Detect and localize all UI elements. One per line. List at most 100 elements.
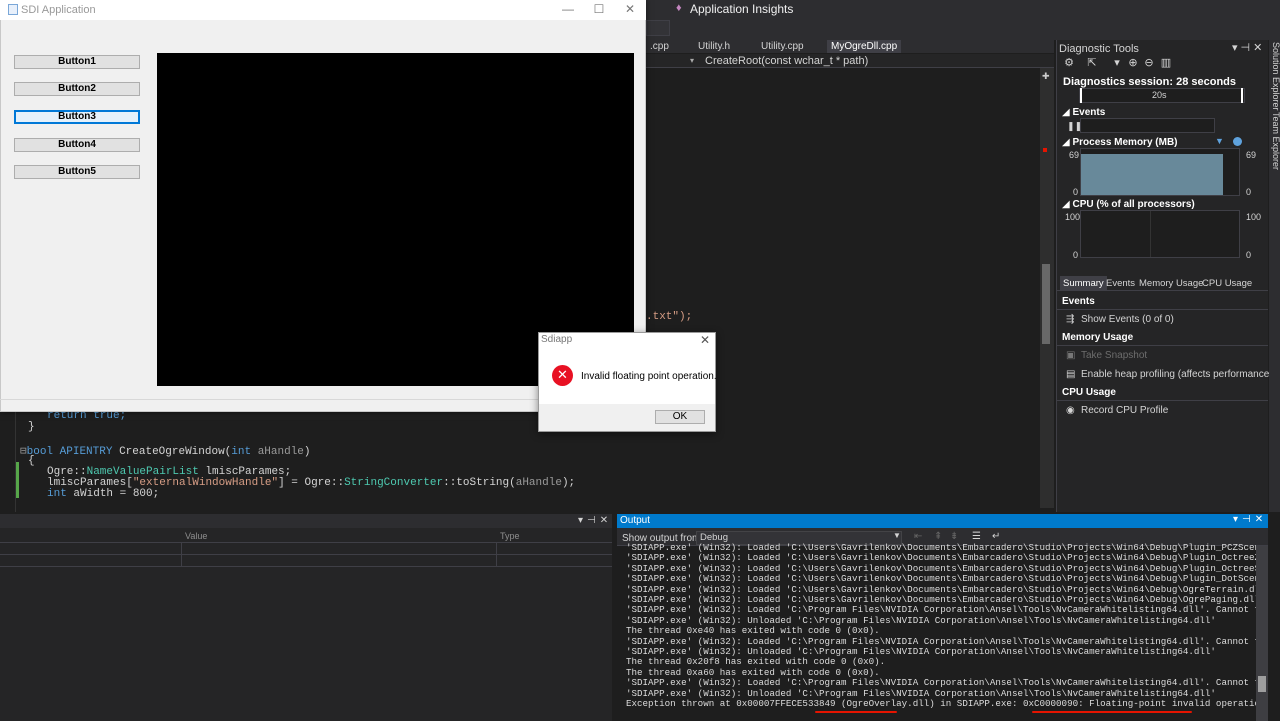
next-message-icon[interactable]: ⇟ [950,531,958,542]
output-line: 'SDIAPP.exe' (Win32): Unloaded 'C:\Progr… [626,615,1216,626]
watch-window-controls[interactable]: ▾⊣✕ [578,515,612,526]
button2[interactable]: Button2 [14,82,140,96]
output-line: 'SDIAPP.exe' (Win32): Unloaded 'C:\Progr… [626,647,1216,658]
events-section-header[interactable]: ◢ Events [1062,107,1105,118]
chevron-down-icon[interactable]: ▼ [893,531,901,540]
reset-view-icon[interactable]: ▥ [1160,57,1172,69]
output-line: The thread 0xe40 has exited with code 0 … [626,626,880,637]
summary-events-header: Events [1062,296,1095,307]
diagnostic-tools-title: Diagnostic Tools [1059,43,1139,55]
code-line-open: { [28,455,35,467]
prev-message-icon[interactable]: ⇞ [934,531,942,542]
panel-window-controls[interactable]: ▾⊣✕ [1232,41,1265,54]
sdi-window-title: SDI Application [21,4,96,16]
application-insights-icon: ♦ [676,2,682,14]
summary-memory-header: Memory Usage [1062,332,1134,343]
divider [1057,345,1268,346]
events-icon: ⇶ [1066,314,1075,325]
cpu-graph[interactable] [1080,210,1240,258]
take-snapshot-button[interactable]: Take Snapshot [1081,350,1147,361]
output-line: 'SDIAPP.exe' (Win32): Loaded 'C:\Users\G… [626,553,1256,564]
output-window-controls[interactable]: ▾⊣✕ [1233,514,1267,525]
tab-memory-usage[interactable]: Memory Usage [1136,276,1206,291]
memory-max-left: 69 [1069,150,1080,160]
sdi-title-bar[interactable] [0,0,646,20]
column-divider [181,543,182,566]
collapse-icon: ◢ [1062,199,1073,210]
watch-panel-header [0,514,612,528]
application-insights-button[interactable]: Application Insights [690,2,793,16]
cpu-grid-line [1150,211,1151,257]
code-line-func: ⊟bool APIENTRY CreateOgreWindow(int aHan… [20,446,311,458]
output-text[interactable]: 'SDIAPP.exe' (Win32): Loaded 'C:\Users\G… [626,543,1256,713]
cpu-min-right: 0 [1246,250,1252,260]
message-box-title: Sdiapp [541,334,573,345]
tab-myogredll-cpp[interactable]: MyOgreDll.cpp [827,40,902,53]
select-tools-icon[interactable]: ▾ [1111,57,1123,69]
clear-all-icon[interactable]: ☰ [972,531,981,542]
config-combo[interactable] [646,20,670,36]
row-divider [0,566,612,567]
maximize-button[interactable]: ☐ [584,2,614,18]
column-type[interactable]: Type [500,531,520,541]
memory-min-left: 0 [1073,187,1079,197]
events-track [1080,118,1215,133]
tab-events[interactable]: Events [1103,276,1138,291]
tab-cpp[interactable]: .cpp [646,40,673,53]
editor-scroll-thumb[interactable] [1042,264,1050,344]
minimize-button[interactable]: — [553,2,583,18]
output-line: 'SDIAPP.exe' (Win32): Loaded 'C:\Program… [626,605,1256,616]
memory-section-header[interactable]: ◢ Process Memory (MB) [1062,137,1178,148]
editor-margin [0,400,16,512]
timeline-end-marker[interactable] [1241,88,1243,103]
output-scroll-thumb[interactable] [1258,676,1266,692]
output-title: Output [620,515,651,526]
output-line: 'SDIAPP.exe' (Win32): Loaded 'C:\Program… [626,678,1256,689]
cpu-min-left: 0 [1073,250,1079,260]
output-line: 'SDIAPP.exe' (Win32): Unloaded 'C:\Progr… [626,688,1216,699]
record-cpu-profile-button[interactable]: Record CPU Profile [1081,405,1168,416]
enable-heap-profiling-button[interactable]: Enable heap profiling (affects performan… [1081,369,1273,380]
word-wrap-icon[interactable]: ↵ [992,531,1000,542]
change-tracking-bar [16,462,19,498]
timeline-start-marker[interactable] [1080,88,1082,103]
function-dropdown-icon: ▾ [690,56,695,65]
timeline-label: 20s [1152,90,1167,100]
tab-summary[interactable]: Summary [1060,276,1107,291]
output-line: 'SDIAPP.exe' (Win32): Loaded 'C:\Program… [626,636,1256,647]
split-editor-icon[interactable]: ✚ [1042,72,1050,81]
annotation-underline-error [1032,711,1192,713]
output-vertical-scrollbar[interactable] [1256,546,1268,721]
find-message-icon[interactable]: ⇤ [914,531,922,542]
button4[interactable]: Button4 [14,138,140,152]
camera-icon: ▣ [1066,350,1076,361]
team-explorer-tab[interactable]: Team Explorer [1271,112,1280,170]
solution-explorer-tab[interactable]: Solution Explorer [1271,42,1280,111]
output-line: 'SDIAPP.exe' (Win32): Loaded 'C:\Users\G… [626,584,1256,595]
tab-cpu-usage[interactable]: CPU Usage [1199,276,1255,291]
function-dropdown[interactable]: CreateRoot(const wchar_t * path) [705,55,868,67]
cpu-max-right: 100 [1246,212,1262,222]
message-box-close-button[interactable]: ✕ [700,333,710,347]
close-button[interactable]: ✕ [615,2,645,18]
zoom-out-icon[interactable]: ⊖ [1143,57,1155,69]
button5[interactable]: Button5 [14,165,140,179]
button1[interactable]: Button1 [14,55,140,69]
exception-line: Exception thrown at 0x00007FFECE533849 (… [626,699,1256,710]
column-value[interactable]: Value [185,531,207,541]
tab-utility-cpp[interactable]: Utility.cpp [757,40,808,53]
settings-gear-icon[interactable]: ⚙ [1063,57,1075,69]
tab-utility-h[interactable]: Utility.h [694,40,734,53]
error-message: Invalid floating point operation. [581,371,717,382]
show-events-link[interactable]: Show Events (0 of 0) [1081,314,1174,325]
cpu-section-header[interactable]: ◢ CPU (% of all processors) [1062,199,1195,210]
export-icon[interactable]: ⇱ [1086,57,1098,69]
output-panel-header [617,514,1268,528]
button3[interactable]: Button3 [14,110,140,124]
watch-column-headers [0,529,612,543]
output-line: The thread 0x20f8 has exited with code 0… [626,657,886,668]
ok-button[interactable]: OK [655,410,705,424]
heap-icon: ▤ [1066,369,1076,380]
zoom-in-icon[interactable]: ⊕ [1127,57,1139,69]
output-line: 'SDIAPP.exe' (Win32): Loaded 'C:\Users\G… [626,574,1256,585]
